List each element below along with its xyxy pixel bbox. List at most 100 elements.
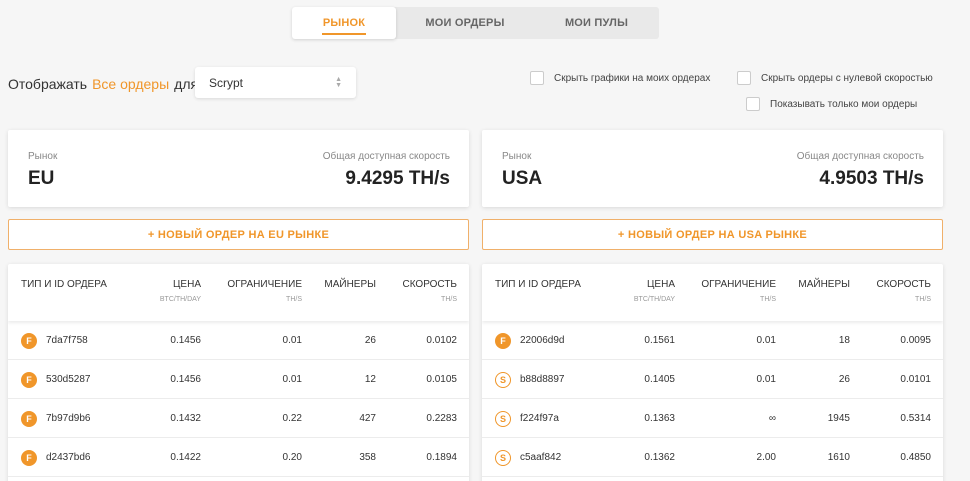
header-limit[interactable]: ОГРАНИЧЕНИЕ TH/S	[227, 279, 302, 303]
display-filter: Отображать Все ордеры для	[8, 76, 198, 92]
order-price: 0.1456	[170, 374, 201, 385]
header-speed-label: СКОРОСТЬ	[876, 279, 931, 290]
standard-order-badge: S	[495, 449, 511, 466]
header-speed-unit: TH/S	[441, 296, 457, 303]
market-card-usa: Рынок USA Общая доступная скорость 4.950…	[482, 130, 943, 207]
header-miners-label: МАЙНЕРЫ	[324, 279, 376, 290]
algorithm-select-value: Scrypt	[209, 75, 244, 90]
header-miners-label: МАЙНЕРЫ	[798, 279, 850, 290]
order-miners: 1610	[827, 452, 850, 463]
order-speed: 0.0102	[426, 335, 457, 346]
table-row[interactable]: Sf224f97a 0.1363 ∞ 1945 0.5314	[482, 399, 943, 438]
header-price[interactable]: ЦЕНА BTC/TH/DAY	[160, 279, 201, 303]
header-miners[interactable]: МАЙНЕРЫ	[324, 279, 376, 290]
header-limit-unit: TH/S	[286, 296, 302, 303]
active-tab-underline	[322, 33, 366, 35]
table-row[interactable]: F 530d5287 0.1456 0.01 12 0.0105	[8, 360, 469, 399]
hide-zero-speed-label: Скрыть ордеры с нулевой скоростью	[761, 72, 933, 84]
order-id[interactable]: 22006d9d	[520, 335, 565, 346]
header-price-label: ЦЕНА	[173, 279, 201, 290]
order-miners: 18	[838, 335, 850, 346]
speed-value: 4.9503 TH/s	[819, 168, 924, 189]
table-row[interactable]: Fd2437bd6 0.1422 0.20 358 0.1894	[8, 438, 469, 477]
header-price-unit: BTC/TH/DAY	[633, 296, 675, 303]
market-name: USA	[502, 168, 543, 189]
fixed-order-badge: F	[495, 332, 511, 349]
market-label: Рынок	[28, 151, 58, 162]
order-speed: 0.0101	[900, 374, 931, 385]
order-limit: 0.01	[756, 335, 776, 346]
main-tabs: РЫНОК МОИ ОРДЕРЫ МОИ ПУЛЫ	[292, 7, 659, 39]
order-id[interactable]: 7b97d9b6	[46, 413, 91, 424]
order-id[interactable]: d2437bd6	[46, 452, 91, 463]
order-limit: 0.01	[282, 374, 302, 385]
header-speed[interactable]: СКОРОСТЬ TH/S	[402, 279, 457, 303]
standard-order-badge: S	[495, 371, 511, 388]
hide-zero-speed-checkbox[interactable]: Скрыть ордеры с нулевой скоростью	[737, 71, 933, 85]
fixed-order-badge: F	[21, 332, 37, 349]
table-row[interactable]: F 7da7f758 0.1456 0.01 26 0.0102	[8, 321, 469, 360]
order-price: 0.1362	[644, 452, 675, 463]
checkbox-box[interactable]	[737, 71, 751, 85]
order-limit: ∞	[768, 413, 776, 424]
only-mine-label: Показывать только мои ордеры	[770, 98, 918, 110]
only-mine-checkbox[interactable]: Показывать только мои ордеры	[746, 97, 917, 111]
order-speed: 0.0095	[900, 335, 931, 346]
header-speed-label: СКОРОСТЬ	[402, 279, 457, 290]
order-price: 0.1432	[170, 413, 201, 424]
order-id[interactable]: 530d5287	[46, 374, 91, 385]
order-price: 0.1422	[170, 452, 201, 463]
algorithm-select[interactable]: Scrypt ▲ ▼	[195, 67, 356, 98]
hide-charts-checkbox[interactable]: Скрыть графики на моих ордерах	[530, 71, 710, 85]
order-id[interactable]: c5aaf842	[520, 452, 561, 463]
header-price-unit: BTC/TH/DAY	[159, 296, 201, 303]
order-miners: 1945	[827, 413, 850, 424]
order-type-id-cell: Sc5aaf842	[495, 438, 561, 477]
speed-value: 9.4295 TH/s	[345, 168, 450, 189]
header-miners[interactable]: МАЙНЕРЫ	[798, 279, 850, 290]
header-limit[interactable]: ОГРАНИЧЕНИЕ TH/S	[701, 279, 776, 303]
header-limit-label: ОГРАНИЧЕНИЕ	[227, 279, 302, 290]
order-limit: 0.22	[282, 413, 302, 424]
header-speed[interactable]: СКОРОСТЬ TH/S	[876, 279, 931, 303]
header-type-id-label: ТИП И ID ОРДЕРА	[495, 279, 581, 290]
order-id[interactable]: b88d8897	[520, 374, 565, 385]
orders-filter-link[interactable]: Все ордеры	[92, 76, 169, 92]
header-price[interactable]: ЦЕНА BTC/TH/DAY	[634, 279, 675, 303]
order-type-id-cell: Fd2437bd6	[21, 438, 91, 477]
order-limit: 0.01	[282, 335, 302, 346]
new-order-eu-button[interactable]: + НОВЫЙ ОРДЕР НА EU РЫНКЕ	[8, 219, 469, 250]
filter-prefix: Отображать	[8, 76, 88, 92]
table-row[interactable]: Sb88d8897 0.1405 0.01 26 0.0101	[482, 360, 943, 399]
header-price-label: ЦЕНА	[647, 279, 675, 290]
order-limit: 2.00	[756, 452, 776, 463]
tab-market-label: РЫНОК	[322, 17, 366, 29]
table-row[interactable]: F 22006d9d 0.1561 0.01 18 0.0095	[482, 321, 943, 360]
order-miners: 12	[364, 374, 376, 385]
checkbox-box[interactable]	[530, 71, 544, 85]
checkbox-box[interactable]	[746, 97, 760, 111]
standard-order-badge: S	[495, 410, 511, 427]
table-row[interactable]: Sc5aaf842 0.1362 2.00 1610 0.4850	[482, 438, 943, 477]
order-type-id-cell: F 7b97d9b6	[21, 399, 91, 438]
order-type-id-cell: F 530d5287	[21, 360, 91, 399]
fixed-order-badge: F	[21, 371, 37, 388]
header-limit-label: ОГРАНИЧЕНИЕ	[701, 279, 776, 290]
order-type-id-cell: Sf224f97a	[495, 399, 559, 438]
order-limit: 0.20	[282, 452, 302, 463]
speed-label: Общая доступная скорость	[322, 151, 450, 162]
order-price: 0.1456	[170, 335, 201, 346]
table-row[interactable]: F 7b97d9b6 0.1432 0.22 427 0.2283	[8, 399, 469, 438]
orders-table-eu: ТИП И ID ОРДЕРА ЦЕНА BTC/TH/DAY ОГРАНИЧЕНИЕ…	[8, 264, 469, 481]
header-type-id[interactable]: ТИП И ID ОРДЕРА	[495, 279, 581, 290]
order-id[interactable]: 7da7f758	[46, 335, 88, 346]
order-type-id-cell: F 22006d9d	[495, 321, 565, 360]
new-order-usa-button[interactable]: + НОВЫЙ ОРДЕР НА USA РЫНКЕ	[482, 219, 943, 250]
tab-my-orders[interactable]: МОИ ОРДЕРЫ	[396, 7, 534, 39]
tab-my-pools[interactable]: МОИ ПУЛЫ	[534, 7, 659, 39]
table-header: ТИП И ID ОРДЕРА ЦЕНА BTC/TH/DAY ОГРАНИЧЕНИЕ…	[8, 264, 469, 321]
header-type-id[interactable]: ТИП И ID ОРДЕРА	[21, 279, 107, 290]
order-id[interactable]: f224f97a	[520, 413, 559, 424]
tab-market[interactable]: РЫНОК	[292, 7, 396, 39]
tab-my-pools-label: МОИ ПУЛЫ	[564, 17, 629, 29]
